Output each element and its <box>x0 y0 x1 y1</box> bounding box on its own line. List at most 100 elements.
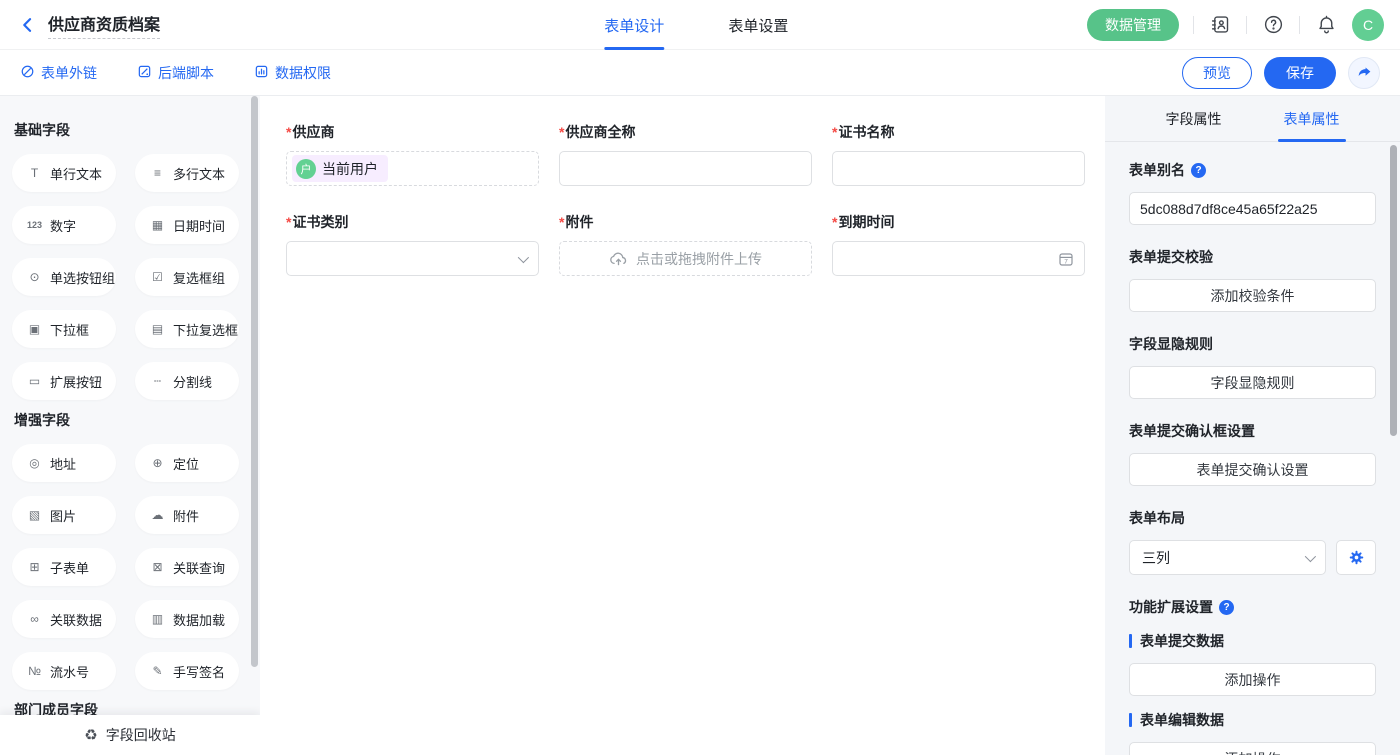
field-label: *到期时间 <box>832 212 1085 232</box>
subform-icon: ⊞ <box>26 560 43 574</box>
attachment-icon: ☁ <box>149 508 166 522</box>
toolbar-link-label: 数据权限 <box>275 63 331 83</box>
panel-tabs: 字段属性 表单属性 <box>1105 96 1400 142</box>
field-item-divider[interactable]: ┄分割线 <box>135 362 239 400</box>
field-item-extend-button[interactable]: ▭扩展按钮 <box>12 362 116 400</box>
form-designer-app: 供应商资质档案 表单设计 表单设置 数据管理 C 表单外链 后端脚本 数据权限 <box>0 0 1400 755</box>
submit-confirm-button[interactable]: 表单提交确认设置 <box>1129 453 1376 486</box>
field-item-multi-select[interactable]: ▤下拉复选框 <box>135 310 239 348</box>
serial-icon: № <box>26 664 43 678</box>
signature-icon: ✎ <box>149 664 166 678</box>
divider-icon: ┄ <box>149 374 166 388</box>
page-title[interactable]: 供应商资质档案 <box>48 11 160 39</box>
field-control-select[interactable] <box>286 241 539 276</box>
share-button[interactable] <box>1348 57 1380 89</box>
layout-select[interactable]: 三列 <box>1129 540 1326 575</box>
form-alias-label: 表单别名 <box>1129 160 1185 180</box>
field-control-tag[interactable]: 户当前用户 <box>286 151 539 186</box>
sub-toolbar: 表单外链 后端脚本 数据权限 预览 保存 <box>0 50 1400 96</box>
field-item-checkbox-group[interactable]: ☑复选框组 <box>135 258 239 296</box>
notification-bell-icon[interactable] <box>1314 13 1338 37</box>
field-item-relation[interactable]: ∞关联数据 <box>12 600 116 638</box>
help-badge-icon[interactable]: ? <box>1219 600 1234 615</box>
field-item-label: 关联数据 <box>50 610 102 629</box>
save-button[interactable]: 保存 <box>1264 57 1336 89</box>
preview-button[interactable]: 预览 <box>1182 57 1252 89</box>
field-item-address[interactable]: ◎地址 <box>12 444 116 482</box>
recycle-icon: ♻ <box>84 726 97 744</box>
toolbar-link-permission[interactable]: 数据权限 <box>254 63 331 83</box>
field-item-locate[interactable]: ⊕ 定位 <box>135 444 239 482</box>
permission-icon <box>254 64 269 82</box>
tab-field-properties[interactable]: 字段属性 <box>1166 96 1222 141</box>
contacts-icon[interactable] <box>1208 13 1232 37</box>
lookup-icon: ⊠ <box>149 560 166 574</box>
field-item-select[interactable]: ▣下拉框 <box>12 310 116 348</box>
form-alias-input[interactable] <box>1129 192 1376 225</box>
field-item-lookup[interactable]: ⊠关联查询 <box>135 548 239 586</box>
toolbar-link-label: 后端脚本 <box>158 63 214 83</box>
field-control-date[interactable]: 7 <box>832 241 1085 276</box>
required-asterisk: * <box>286 214 291 230</box>
current-user-tag[interactable]: 户当前用户 <box>292 155 388 182</box>
extension-label: 功能扩展设置 <box>1129 597 1213 617</box>
visibility-rules-button[interactable]: 字段显隐规则 <box>1129 366 1376 399</box>
data-manage-button[interactable]: 数据管理 <box>1087 9 1179 41</box>
field-item-image[interactable]: ▧ 图片 <box>12 496 116 534</box>
back-button[interactable] <box>16 13 40 37</box>
back-chevron-icon <box>18 15 38 35</box>
field-label: *供应商 <box>286 122 539 142</box>
tab-form-settings[interactable]: 表单设置 <box>728 0 788 50</box>
field-item-signature[interactable]: ✎手写签名 <box>135 652 239 690</box>
field-control-input[interactable] <box>559 151 812 186</box>
field-control-upload[interactable]: 点击或拖拽附件上传 <box>559 241 812 276</box>
layout-label: 表单布局 <box>1129 508 1185 528</box>
image-icon: ▧ <box>26 508 43 522</box>
tab-form-design[interactable]: 表单设计 <box>604 0 664 50</box>
toolbar-link-script[interactable]: 后端脚本 <box>137 63 214 83</box>
canvas-field[interactable]: *供应商全称 <box>559 122 812 186</box>
user-avatar[interactable]: C <box>1352 9 1384 41</box>
field-item-data-load[interactable]: ▥数据加载 <box>135 600 239 638</box>
layout-settings-button[interactable] <box>1336 540 1376 575</box>
divider <box>1193 16 1194 34</box>
field-item-label: 日期时间 <box>173 216 225 235</box>
tab-form-properties[interactable]: 表单属性 <box>1284 96 1340 141</box>
chevron-down-icon <box>1305 551 1316 562</box>
field-item-label: 定位 <box>173 454 199 473</box>
sidebar-scrollbar[interactable] <box>251 96 258 667</box>
panel-scrollbar[interactable] <box>1390 145 1397 436</box>
canvas-field[interactable]: *证书名称 <box>832 122 1085 186</box>
divider <box>1246 16 1247 34</box>
field-item-text-single[interactable]: T单行文本 <box>12 154 116 192</box>
add-validation-button[interactable]: 添加校验条件 <box>1129 279 1376 312</box>
help-icon[interactable] <box>1261 13 1285 37</box>
field-item-text-multi[interactable]: ≡多行文本 <box>135 154 239 192</box>
field-item-number[interactable]: 123数字 <box>12 206 116 244</box>
canvas-field[interactable]: *证书类别 <box>286 212 539 276</box>
field-item-label: 图片 <box>50 506 76 525</box>
toolbar-link-link[interactable]: 表单外链 <box>20 63 97 83</box>
canvas-field[interactable]: *附件点击或拖拽附件上传 <box>559 212 812 276</box>
field-item-subform[interactable]: ⊞子表单 <box>12 548 116 586</box>
field-item-serial[interactable]: №流水号 <box>12 652 116 690</box>
submit-data-label: 表单提交数据 <box>1140 631 1224 651</box>
section-label: 字段显隐规则 <box>1129 334 1213 354</box>
canvas-field[interactable]: *供应商户当前用户 <box>286 122 539 186</box>
submit-confirm-section: 表单提交确认框设置 表单提交确认设置 <box>1129 421 1376 486</box>
canvas-field[interactable]: *到期时间 7 <box>832 212 1085 276</box>
edit-data-add-button[interactable]: 添加操作 <box>1129 742 1376 755</box>
group-title: 基础字段 <box>14 120 242 140</box>
locate-icon: ⊕ <box>149 456 166 470</box>
submit-validation-section: 表单提交校验 添加校验条件 <box>1129 247 1376 312</box>
checkbox-group-icon: ☑ <box>149 270 166 284</box>
field-item-attachment[interactable]: ☁附件 <box>135 496 239 534</box>
submit-data-add-button[interactable]: 添加操作 <box>1129 663 1376 696</box>
field-item-label: 单选按钮组 <box>50 268 115 287</box>
form-canvas[interactable]: *供应商户当前用户 *供应商全称 *证书名称 *证书类别 *附件点击或拖拽附件上传 *到期… <box>260 96 1105 755</box>
field-item-datetime[interactable]: ▦日期时间 <box>135 206 239 244</box>
help-badge-icon[interactable]: ? <box>1191 163 1206 178</box>
field-recycle-bin[interactable]: ♻ 字段回收站 <box>0 715 260 755</box>
field-item-radio-group[interactable]: ⊙单选按钮组 <box>12 258 116 296</box>
field-control-input[interactable] <box>832 151 1085 186</box>
